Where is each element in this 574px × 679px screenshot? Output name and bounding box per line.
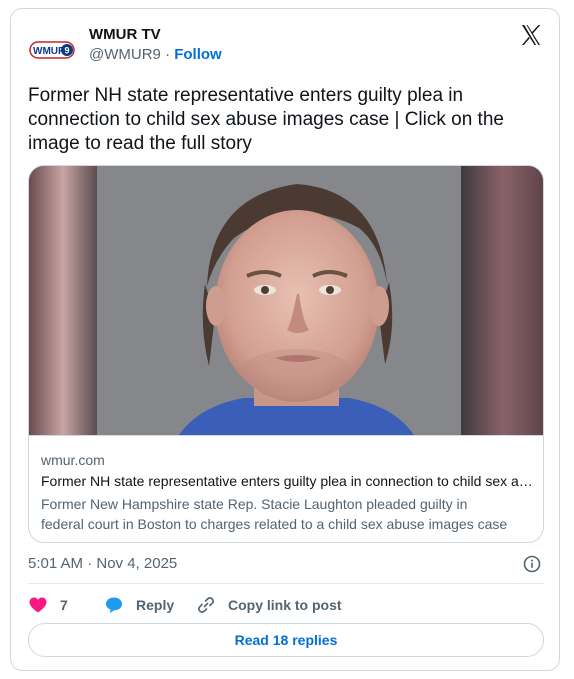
wmur-logo-icon: WMUR 9 — [28, 27, 76, 75]
info-icon[interactable] — [523, 555, 541, 573]
avatar-logo-text: WMUR — [33, 46, 66, 57]
x-logo-icon[interactable] — [519, 23, 543, 47]
link-card-domain: wmur.com — [41, 452, 105, 468]
link-preview-card[interactable]: wmur.com Former NH state representative … — [28, 165, 544, 543]
read-replies-button[interactable]: Read 18 replies — [28, 623, 544, 657]
heart-icon — [29, 597, 47, 613]
post-actions-bar: 7 Reply Copy link to post — [28, 595, 544, 617]
reply-button[interactable]: Reply — [104, 595, 174, 615]
post-text: Former NH state representative enters gu… — [28, 85, 504, 154]
reply-bubble-icon — [106, 597, 122, 613]
link-card-title[interactable]: Former NH state representative enters gu… — [41, 473, 533, 489]
actions-divider — [28, 583, 544, 584]
author-handle[interactable]: @WMUR9 — [89, 46, 161, 63]
handle-separator: · — [165, 46, 171, 63]
embedded-post-card: WMUR 9 WMUR TV @WMUR9 · Follow Former NH… — [10, 8, 560, 671]
copy-link-label: Copy link to post — [228, 597, 342, 613]
author-name[interactable]: WMUR TV — [89, 26, 161, 43]
link-card-description-line: federal court in Boston to charges relat… — [41, 516, 508, 532]
like-button[interactable]: 7 — [28, 595, 68, 615]
wmur-avatar[interactable]: WMUR 9 — [28, 27, 76, 75]
link-card-description: Former New Hampshire state Rep. Stacie L… — [41, 494, 533, 534]
author-handle-line: @WMUR9 · Follow — [89, 46, 222, 63]
article-photo[interactable] — [29, 166, 544, 435]
link-card-description-line: Former New Hampshire state Rep. Stacie L… — [41, 496, 468, 512]
copy-link-button[interactable]: Copy link to post — [196, 595, 342, 615]
link-card-meta[interactable]: wmur.com Former NH state representative … — [29, 435, 543, 542]
follow-button[interactable]: Follow — [174, 46, 222, 63]
like-count: 7 — [60, 597, 68, 613]
link-icon — [198, 597, 214, 613]
post-timestamp[interactable]: 5:01 AM · Nov 4, 2025 — [28, 555, 177, 572]
avatar-logo-badge: 9 — [65, 46, 70, 56]
reply-label: Reply — [136, 597, 175, 613]
